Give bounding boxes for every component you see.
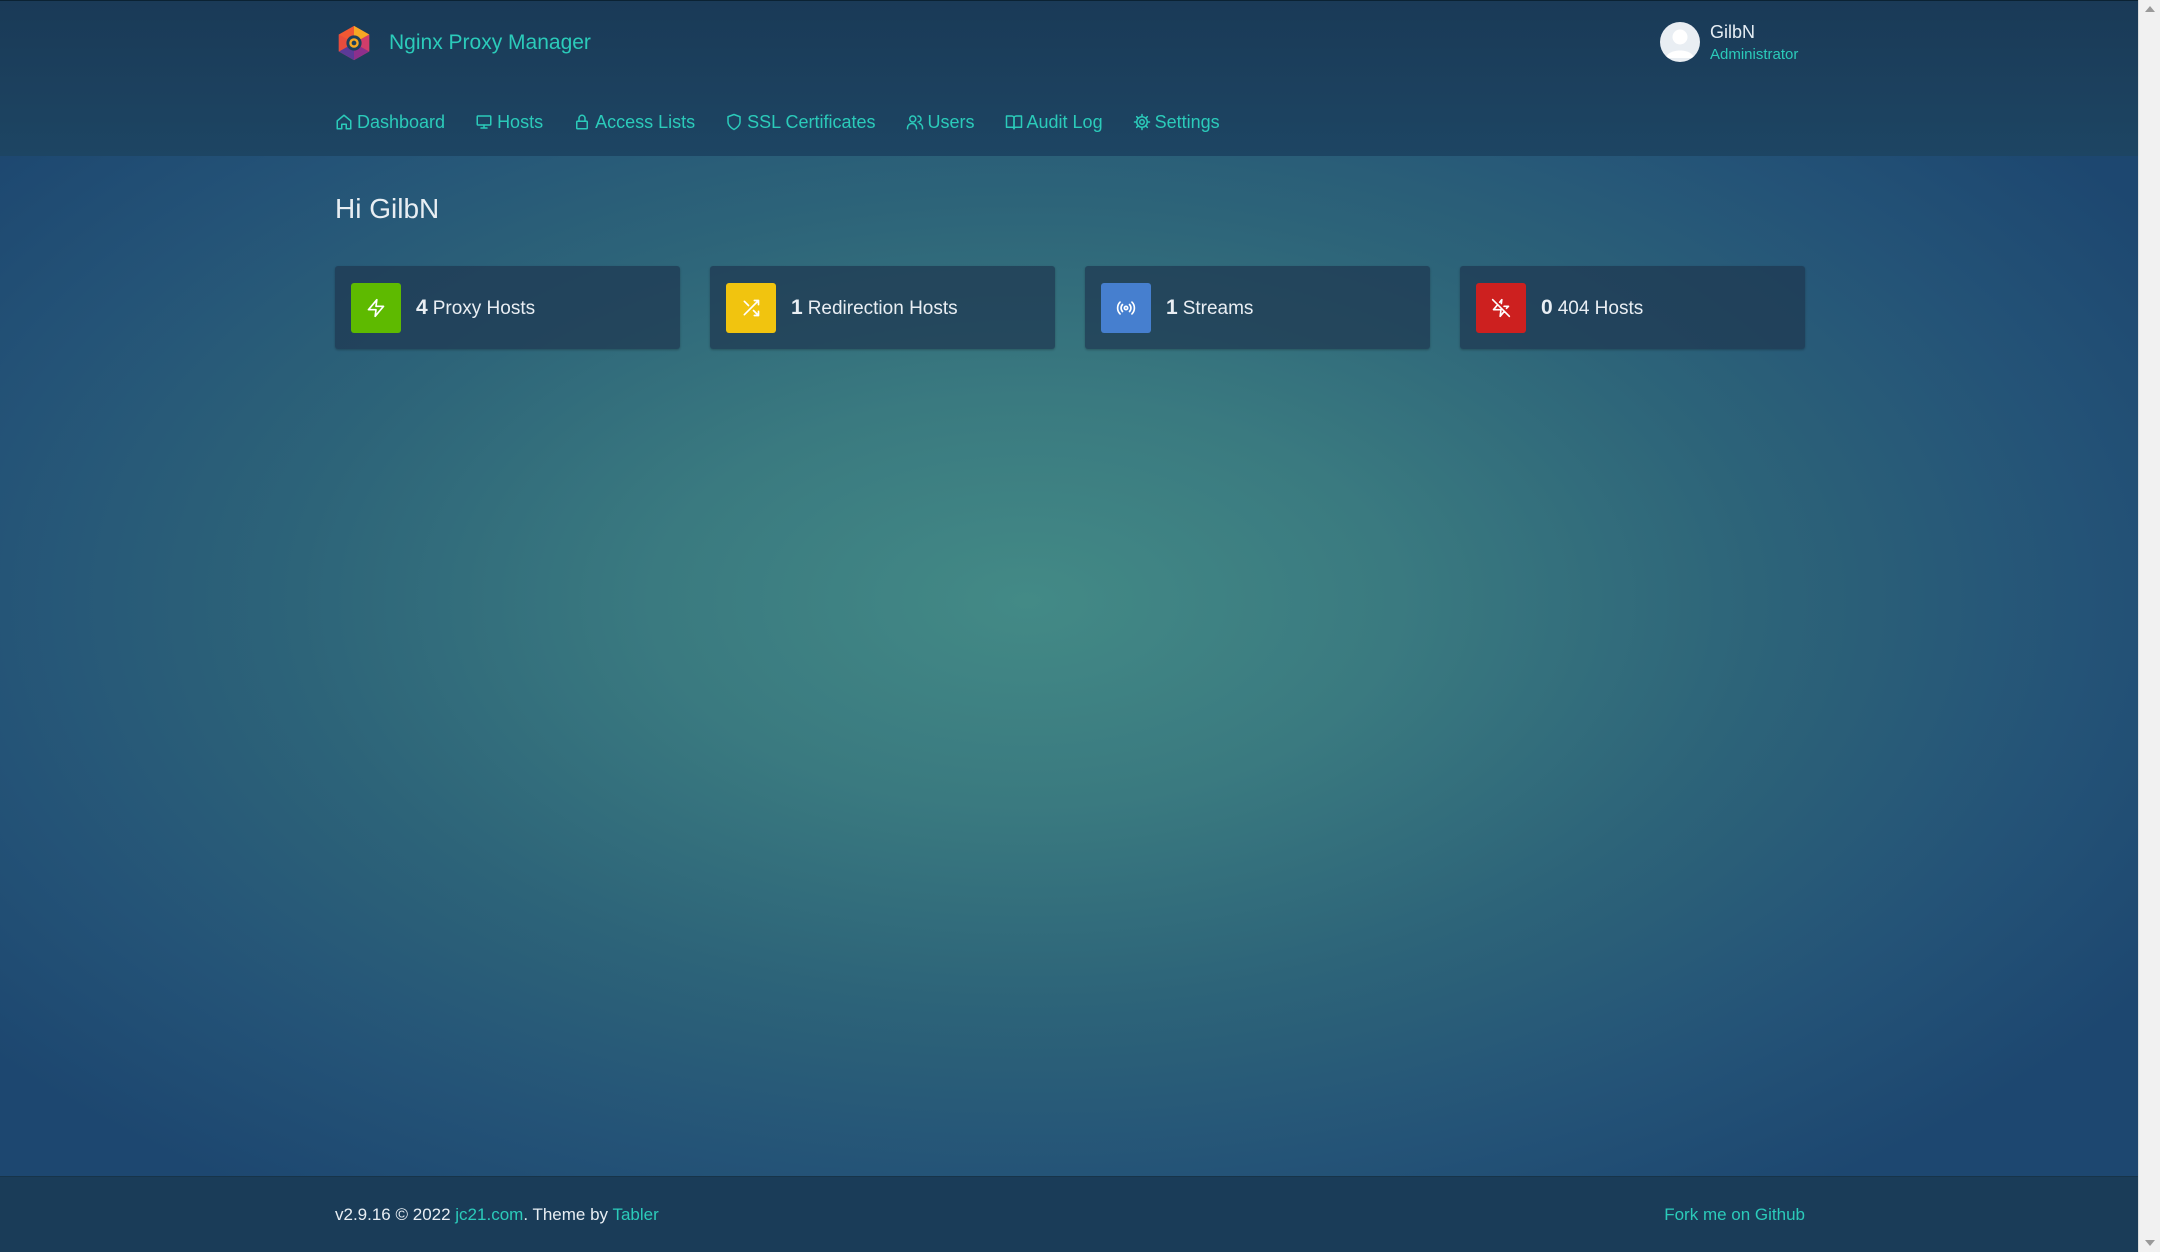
zap-icon <box>367 298 385 317</box>
brand[interactable]: Nginx Proxy Manager <box>335 23 591 63</box>
stats-cards: 4 Proxy Hosts 1 Redirection Hosts 1 Streams <box>335 266 1805 349</box>
footer-credits: v2.9.16 © 2022 jc21.com. Theme by Tabler <box>335 1205 659 1225</box>
streams-label: Streams <box>1182 297 1254 319</box>
proxy-hosts-stamp <box>351 282 401 333</box>
fork-github-link[interactable]: Fork me on Github <box>1664 1205 1805 1225</box>
scroll-down-arrow-icon[interactable] <box>2145 1240 2155 1246</box>
nav-settings-label: Settings <box>1154 111 1220 132</box>
nav-users-label: Users <box>927 111 975 132</box>
users-icon <box>906 115 923 130</box>
radio-icon <box>1116 300 1136 315</box>
nav-dashboard[interactable]: Dashboard <box>335 112 445 133</box>
monitor-icon <box>476 115 492 129</box>
streams-stamp <box>1101 282 1151 333</box>
tabler-link[interactable]: Tabler <box>612 1205 658 1224</box>
proxy-hosts-card[interactable]: 4 Proxy Hosts <box>335 266 680 349</box>
book-open-icon <box>1005 115 1022 130</box>
nav-ssl-certificates-label: SSL Certificates <box>747 111 876 132</box>
nav-settings[interactable]: Settings <box>1133 112 1220 133</box>
redirection-hosts-stamp <box>726 282 776 333</box>
streams-count: 1 <box>1166 295 1178 319</box>
streams-card[interactable]: 1 Streams <box>1085 266 1430 349</box>
nav-hosts-label: Hosts <box>497 111 544 132</box>
404-hosts-text: 0 404 Hosts <box>1541 296 1643 320</box>
app-title: Nginx Proxy Manager <box>389 31 591 54</box>
shield-icon <box>727 113 741 131</box>
top-header: Nginx Proxy Manager GilbN Administrator … <box>0 0 2138 156</box>
settings-icon <box>1133 113 1150 131</box>
proxy-hosts-count: 4 <box>416 295 428 319</box>
user-role: Administrator <box>1710 45 1799 63</box>
user-info: GilbN Administrator <box>1710 23 1798 62</box>
page: Nginx Proxy Manager GilbN Administrator … <box>0 0 2138 1252</box>
app-logo-icon <box>338 25 370 61</box>
nav-access-lists-label: Access Lists <box>595 111 696 132</box>
nav-hosts[interactable]: Hosts <box>475 112 543 133</box>
nav-users[interactable]: Users <box>906 112 975 133</box>
footer-version: v2.9.16 © 2022 <box>335 1205 456 1224</box>
page-footer: v2.9.16 © 2022 jc21.com. Theme by Tabler… <box>0 1176 2138 1252</box>
main-nav: Dashboard Hosts Access Lists SSL Certifi… <box>335 109 1250 135</box>
redirection-hosts-card[interactable]: 1 Redirection Hosts <box>710 266 1055 349</box>
404-hosts-stamp <box>1476 282 1526 333</box>
redirection-hosts-label: Redirection Hosts <box>807 297 958 319</box>
lock-icon <box>576 114 589 130</box>
footer-theme-text: . Theme by <box>523 1205 613 1224</box>
proxy-hosts-label: Proxy Hosts <box>432 297 536 319</box>
404-hosts-card[interactable]: 0 404 Hosts <box>1460 266 1805 349</box>
user-name: GilbN <box>1710 21 1756 42</box>
home-icon <box>336 114 352 130</box>
nav-audit-log-label: Audit Log <box>1026 111 1103 132</box>
streams-text: 1 Streams <box>1166 296 1253 320</box>
vertical-scrollbar[interactable] <box>2138 0 2160 1252</box>
redirection-hosts-count: 1 <box>791 295 803 319</box>
shuffle-icon <box>743 299 760 316</box>
avatar <box>1660 22 1700 62</box>
zap-off-icon <box>1491 298 1511 317</box>
page-title: Hi GilbN <box>335 193 440 224</box>
proxy-hosts-text: 4 Proxy Hosts <box>416 296 535 320</box>
404-hosts-label: 404 Hosts <box>1557 297 1644 319</box>
nav-dashboard-label: Dashboard <box>357 111 446 132</box>
nav-audit-log[interactable]: Audit Log <box>1005 112 1103 133</box>
scroll-up-arrow-icon[interactable] <box>2145 6 2155 12</box>
nav-ssl-certificates[interactable]: SSL Certificates <box>725 111 876 133</box>
redirection-hosts-text: 1 Redirection Hosts <box>791 296 958 320</box>
nav-access-lists[interactable]: Access Lists <box>573 112 695 133</box>
user-avatar-icon <box>1666 29 1694 58</box>
404-hosts-count: 0 <box>1541 295 1553 319</box>
user-menu[interactable]: GilbN Administrator <box>1660 22 1798 62</box>
jc21-link[interactable]: jc21.com <box>455 1205 523 1224</box>
